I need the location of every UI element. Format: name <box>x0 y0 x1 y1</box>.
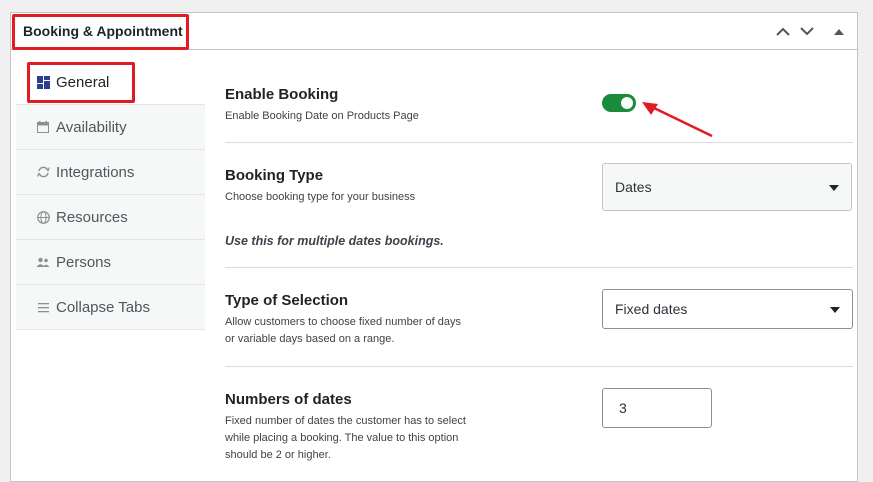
chevron-up-icon <box>776 27 790 36</box>
tab-list: General Availability Integrations Resour… <box>16 60 205 330</box>
enable-booking-desc: Enable Booking Date on Products Page <box>225 110 419 122</box>
triangle-up-icon <box>834 28 844 35</box>
type-of-selection-value: Fixed dates <box>615 301 688 317</box>
tab-persons[interactable]: Persons <box>16 240 205 285</box>
tab-integrations[interactable]: Integrations <box>16 150 205 195</box>
tab-collapse-tabs[interactable]: Collapse Tabs <box>16 285 205 330</box>
numbers-of-dates-value: 3 <box>619 400 627 416</box>
booking-type-row: Booking Type Choose booking type for you… <box>225 143 853 268</box>
sync-icon <box>36 165 50 179</box>
dashboard-grid-icon <box>36 75 50 89</box>
booking-type-title: Booking Type <box>225 167 324 184</box>
menu-lines-icon <box>36 300 50 314</box>
caret-down-icon <box>830 307 840 313</box>
type-of-selection-title: Type of Selection <box>225 292 349 309</box>
panel-header: Booking & Appointment <box>11 13 857 50</box>
enable-booking-row: Enable Booking Enable Booking Date on Pr… <box>225 60 853 143</box>
settings-content: Enable Booking Enable Booking Date on Pr… <box>225 60 853 477</box>
numbers-of-dates-desc: Fixed number of dates the customer has t… <box>225 415 466 461</box>
annotation-arrow-icon <box>642 102 713 138</box>
tab-label: Integrations <box>56 163 135 181</box>
tab-label: Resources <box>56 208 128 226</box>
chevron-down-icon <box>800 26 814 35</box>
tab-availability[interactable]: Availability <box>16 105 205 150</box>
enable-booking-title: Enable Booking <box>225 86 339 103</box>
enable-booking-toggle[interactable] <box>602 94 636 112</box>
tab-label: Persons <box>56 253 112 271</box>
type-of-selection-select[interactable]: Fixed dates <box>602 289 853 329</box>
tab-label: Collapse Tabs <box>56 298 150 316</box>
calendar-icon <box>36 120 50 134</box>
move-down-button[interactable] <box>797 21 817 41</box>
toggle-panel-button[interactable] <box>829 21 849 41</box>
move-up-button[interactable] <box>773 21 793 41</box>
numbers-of-dates-title: Numbers of dates <box>225 391 352 408</box>
booking-panel: Booking & Appointment General Availabili… <box>10 12 858 482</box>
booking-type-value: Dates <box>615 179 652 195</box>
numbers-of-dates-row: Numbers of dates Fixed number of dates t… <box>225 367 853 477</box>
tab-general[interactable]: General <box>16 60 205 105</box>
toggle-knob <box>621 97 633 109</box>
tab-resources[interactable]: Resources <box>16 195 205 240</box>
tab-label: Availability <box>56 118 127 136</box>
tab-label: General <box>56 73 110 91</box>
booking-type-desc: Choose booking type for your business <box>225 191 416 203</box>
type-of-selection-desc: Allow customers to choose fixed number o… <box>225 316 462 345</box>
caret-down-icon <box>829 185 839 191</box>
globe-icon <box>36 210 50 224</box>
type-of-selection-row: Type of Selection Allow customers to cho… <box>225 268 853 367</box>
panel-title: Booking & Appointment <box>23 23 183 39</box>
booking-type-select[interactable]: Dates <box>602 163 852 211</box>
persons-icon <box>36 255 50 269</box>
booking-type-note: Use this for multiple dates bookings. <box>225 234 444 248</box>
numbers-of-dates-input[interactable]: 3 <box>602 388 712 428</box>
